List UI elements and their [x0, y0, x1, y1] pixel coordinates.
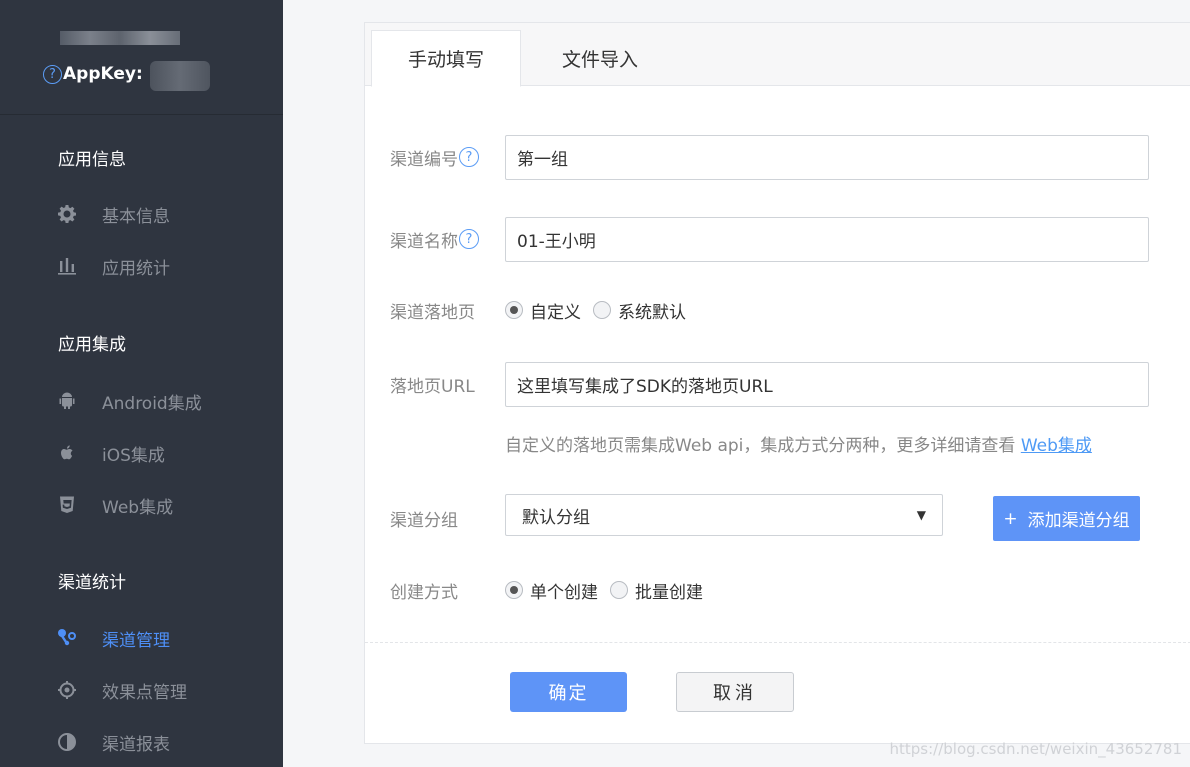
landing-custom-radio[interactable] [505, 301, 523, 319]
sidebar-item-label: 渠道管理 [102, 630, 170, 651]
tab-bar: 手动填写 文件导入 [365, 23, 1190, 87]
sidebar-item-web[interactable]: Web集成 [56, 492, 173, 518]
landing-default-radio[interactable] [593, 301, 611, 319]
sidebar-item-effect-mgmt[interactable]: 效果点管理 [56, 677, 187, 703]
create-single-label[interactable]: 单个创建 [530, 578, 598, 603]
help-icon[interactable]: ? [459, 147, 479, 167]
help-icon[interactable]: ? [43, 64, 62, 84]
target-icon [56, 679, 78, 701]
sidebar: ? AppKey: 应用信息 基本信息 应用统计 应用集成 Android集成 … [0, 0, 283, 767]
channel-icon [56, 627, 78, 649]
html5-icon [56, 494, 78, 516]
sidebar-item-label: 效果点管理 [102, 682, 187, 703]
bar-chart-icon [56, 255, 78, 277]
channel-code-label-text: 渠道编号 [390, 149, 458, 170]
landing-default-label[interactable]: 系统默认 [618, 298, 686, 323]
half-circle-icon [56, 731, 78, 753]
channel-group-label: 渠道分组 [390, 510, 458, 531]
sidebar-item-label: Android集成 [102, 393, 202, 414]
sidebar-item-channel-report[interactable]: 渠道报表 [56, 729, 170, 755]
sidebar-item-label: 渠道报表 [102, 734, 170, 755]
landing-page-radio-group: 自定义 系统默认 [505, 296, 698, 324]
landing-url-input[interactable]: 这里填写集成了SDK的落地页URL [505, 362, 1149, 407]
channel-code-label: 渠道编号 ? [390, 143, 480, 171]
appkey-label: AppKey: [63, 64, 143, 84]
channel-name-input[interactable]: 01-王小明 [505, 217, 1149, 262]
sidebar-item-channel-mgmt[interactable]: 渠道管理 [56, 625, 170, 651]
sidebar-item-app-stats[interactable]: 应用统计 [56, 253, 170, 279]
confirm-button[interactable]: 确定 [510, 672, 627, 712]
landing-url-label: 落地页URL [390, 376, 475, 397]
android-icon [56, 390, 78, 412]
landing-custom-label[interactable]: 自定义 [530, 298, 581, 323]
sidebar-item-ios[interactable]: iOS集成 [56, 440, 165, 466]
sidebar-item-label: 基本信息 [102, 206, 170, 227]
appkey-value-redacted [150, 61, 210, 91]
sidebar-item-basic-info[interactable]: 基本信息 [56, 201, 170, 227]
channel-group-selected: 默认分组 [522, 507, 590, 528]
hint-text: 自定义的落地页需集成Web api，集成方式分两种，更多详细请查看 [505, 436, 1021, 456]
landing-page-label: 渠道落地页 [390, 302, 475, 323]
channel-name-label-text: 渠道名称 [390, 231, 458, 252]
channel-group-select[interactable]: 默认分组 ▼ [505, 494, 943, 536]
sidebar-item-android[interactable]: Android集成 [56, 388, 202, 414]
channel-form-panel: 手动填写 文件导入 渠道编号 ? 第一组 渠道名称 ? 01-王小明 渠道落地页… [364, 22, 1190, 744]
form-divider [365, 642, 1190, 643]
create-batch-radio[interactable] [610, 581, 628, 599]
section-app-info: 应用信息 [58, 150, 126, 170]
plus-icon: + [1003, 508, 1018, 529]
section-app-integration: 应用集成 [58, 335, 126, 355]
caret-down-icon: ▼ [916, 508, 926, 522]
add-channel-group-button[interactable]: + 添加渠道分组 [993, 496, 1140, 541]
landing-url-hint: 自定义的落地页需集成Web api，集成方式分两种，更多详细请查看 Web集成 [505, 431, 1092, 456]
add-channel-group-label: 添加渠道分组 [1027, 511, 1130, 531]
tab-manual[interactable]: 手动填写 [371, 30, 521, 87]
help-icon[interactable]: ? [459, 229, 479, 249]
sidebar-item-label: 应用统计 [102, 258, 170, 279]
channel-name-label: 渠道名称 ? [390, 225, 480, 253]
watermark: https://blog.csdn.net/weixin_43652781 [889, 740, 1182, 758]
gear-icon [56, 203, 78, 225]
create-single-radio[interactable] [505, 581, 523, 599]
web-integration-link[interactable]: Web集成 [1021, 436, 1092, 456]
section-channel-stats: 渠道统计 [58, 573, 126, 593]
channel-code-input[interactable]: 第一组 [505, 135, 1149, 180]
create-batch-label[interactable]: 批量创建 [635, 578, 703, 603]
app-name-redacted [60, 31, 180, 45]
create-method-label: 创建方式 [390, 582, 458, 603]
sidebar-item-label: iOS集成 [102, 445, 165, 466]
appkey-row: ? AppKey: [43, 64, 143, 84]
sidebar-item-label: Web集成 [102, 497, 174, 518]
brand-area: ? AppKey: [0, 0, 283, 115]
create-method-radio-group: 单个创建 批量创建 [505, 576, 715, 604]
cancel-button[interactable]: 取消 [676, 672, 794, 712]
tab-import[interactable]: 文件导入 [525, 30, 675, 87]
apple-icon [56, 442, 78, 464]
